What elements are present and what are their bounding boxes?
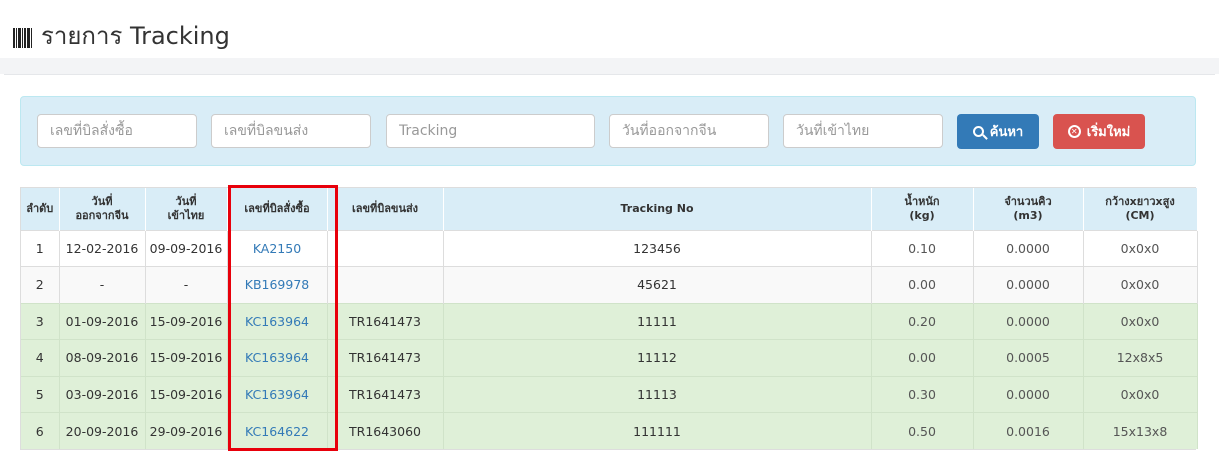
china-date-input[interactable] — [609, 114, 769, 148]
table-row: 4 08-09-2016 15-09-2016 KC163964 TR16414… — [21, 339, 1198, 376]
order-no-input[interactable] — [37, 114, 197, 148]
header-thai-date: วันที่ เข้าไทย — [145, 188, 228, 230]
cell-thai-date: 15-09-2016 — [145, 375, 228, 413]
tracking-input[interactable] — [386, 114, 595, 148]
page-title-text: รายการ Tracking — [41, 22, 230, 50]
cell-no: 5 — [21, 375, 60, 413]
cell-tracking-no: 11112 — [443, 339, 872, 376]
cell-shipping-no — [327, 229, 444, 267]
cell-volume: 0.0000 — [973, 229, 1084, 267]
cell-no: 4 — [21, 339, 60, 376]
cell-tracking-no: 11111 — [443, 302, 872, 340]
cell-china-date: 01-09-2016 — [59, 302, 146, 340]
thai-date-input[interactable] — [783, 114, 943, 148]
table-row: 6 20-09-2016 29-09-2016 KC164622 TR16430… — [21, 412, 1198, 449]
cell-weight: 0.50 — [871, 412, 974, 449]
cell-shipping-no: TR1641473 — [327, 339, 444, 376]
cell-volume: 0.0000 — [973, 375, 1084, 413]
cell-shipping-no: TR1641473 — [327, 302, 444, 340]
table-header-row: ลำดับ วันที่ ออกจากจีน วันที่ เข้าไทย เลขท… — [21, 188, 1198, 230]
cell-tracking-no: 111111 — [443, 412, 872, 449]
search-button[interactable]: ค้นหา — [957, 114, 1039, 149]
cell-weight: 0.00 — [871, 266, 974, 303]
cell-dims: 15x13x8 — [1083, 412, 1198, 449]
table-row: 3 01-09-2016 15-09-2016 KC163964 TR16414… — [21, 302, 1198, 340]
cell-no: 3 — [21, 302, 60, 340]
cell-volume: 0.0000 — [973, 302, 1084, 340]
search-panel: ค้นหา ✕ เริ่มใหม่ — [20, 96, 1196, 166]
cell-tracking-no: 11113 — [443, 375, 872, 413]
search-button-label: ค้นหา — [989, 125, 1024, 140]
cell-weight: 0.30 — [871, 375, 974, 413]
header-tracking-no: Tracking No — [443, 188, 872, 230]
search-icon — [972, 126, 984, 137]
cell-thai-date: - — [145, 266, 228, 303]
header-china-date: วันที่ ออกจากจีน — [59, 188, 146, 230]
table-row: 1 12-02-2016 09-09-2016 KA2150 123456 0.… — [21, 229, 1198, 267]
header-no: ลำดับ — [21, 188, 60, 230]
cell-dims: 0x0x0 — [1083, 229, 1198, 267]
cell-dims: 0x0x0 — [1083, 302, 1198, 340]
cell-dims: 12x8x5 — [1083, 339, 1198, 376]
cell-tracking-no: 45621 — [443, 266, 872, 303]
shipping-no-input[interactable] — [211, 114, 371, 148]
tracking-table: ลำดับ วันที่ ออกจากจีน วันที่ เข้าไทย เลขท… — [20, 187, 1198, 450]
page-title: รายการ Tracking — [13, 16, 230, 55]
cell-china-date: 20-09-2016 — [59, 412, 146, 449]
cell-no: 1 — [21, 229, 60, 267]
cell-weight: 0.00 — [871, 339, 974, 376]
header-divider — [0, 58, 1219, 74]
cell-shipping-no — [327, 266, 444, 303]
cell-shipping-no: TR1643060 — [327, 412, 444, 449]
cell-thai-date: 15-09-2016 — [145, 339, 228, 376]
cell-china-date: 12-02-2016 — [59, 229, 146, 267]
header-weight: น้ำหนัก (kg) — [871, 188, 974, 230]
header-shipping-no: เลขที่บิลขนส่ง — [327, 188, 444, 230]
cell-tracking-no: 123456 — [443, 229, 872, 267]
header-dims: กว้างxยาวxสูง (CM) — [1083, 188, 1198, 230]
reset-button-label: เริ่มใหม่ — [1086, 125, 1131, 140]
cell-volume: 0.0005 — [973, 339, 1084, 376]
cell-china-date: 03-09-2016 — [59, 375, 146, 413]
page-header: รายการ Tracking — [0, 0, 1219, 62]
cell-weight: 0.20 — [871, 302, 974, 340]
cell-thai-date: 15-09-2016 — [145, 302, 228, 340]
cell-thai-date: 29-09-2016 — [145, 412, 228, 449]
cell-weight: 0.10 — [871, 229, 974, 267]
cell-volume: 0.0000 — [973, 266, 1084, 303]
cell-dims: 0x0x0 — [1083, 266, 1198, 303]
cell-china-date: - — [59, 266, 146, 303]
cell-no: 6 — [21, 412, 60, 449]
cell-china-date: 08-09-2016 — [59, 339, 146, 376]
reset-button[interactable]: ✕ เริ่มใหม่ — [1053, 114, 1145, 149]
cell-shipping-no: TR1641473 — [327, 375, 444, 413]
cell-dims: 0x0x0 — [1083, 375, 1198, 413]
table-row: 2 - - KB169978 45621 0.00 0.0000 0x0x0 — [21, 266, 1198, 303]
close-circle-icon: ✕ — [1067, 125, 1081, 138]
cell-thai-date: 09-09-2016 — [145, 229, 228, 267]
order-no-column-highlight — [228, 185, 338, 451]
cell-no: 2 — [21, 266, 60, 303]
table-row: 5 03-09-2016 15-09-2016 KC163964 TR16414… — [21, 375, 1198, 413]
header-volume: จำนวนคิว (m3) — [973, 188, 1084, 230]
cell-volume: 0.0016 — [973, 412, 1084, 449]
barcode-icon — [13, 24, 33, 48]
